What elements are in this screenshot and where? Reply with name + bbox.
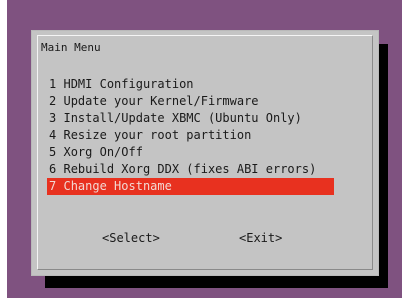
dialog-title: Main Menu <box>41 41 101 54</box>
menu-item-rebuild-xorg-ddx[interactable]: 6 Rebuild Xorg DDX (fixes ABI errors) <box>47 161 334 178</box>
select-button[interactable]: <Select> <box>102 231 160 245</box>
menu-item-number: 4 <box>49 128 57 142</box>
exit-button[interactable]: <Exit> <box>239 231 282 245</box>
menu-item-label: Xorg On/Off <box>63 145 143 159</box>
menu-item-label: Resize your root partition <box>63 128 252 142</box>
menu-item-change-hostname[interactable]: 7 Change Hostname <box>47 178 334 195</box>
menu-list: 1 HDMI Configuration 2 Update your Kerne… <box>47 76 334 195</box>
menu-item-label: Install/Update XBMC (Ubuntu Only) <box>63 111 302 125</box>
menu-item-hdmi-configuration[interactable]: 1 HDMI Configuration <box>47 76 334 93</box>
menu-item-label: Change Hostname <box>63 179 172 193</box>
menu-item-number: 1 <box>49 77 57 91</box>
menu-item-xorg-toggle[interactable]: 5 Xorg On/Off <box>47 144 334 161</box>
menu-item-install-xbmc[interactable]: 3 Install/Update XBMC (Ubuntu Only) <box>47 110 334 127</box>
button-row: <Select> <Exit> <box>32 231 378 247</box>
menu-item-number: 6 <box>49 162 57 176</box>
menu-item-update-kernel[interactable]: 2 Update your Kernel/Firmware <box>47 93 334 110</box>
menu-item-label: Rebuild Xorg DDX (fixes ABI errors) <box>63 162 317 176</box>
main-menu-dialog: Main Menu 1 HDMI Configuration 2 Update … <box>31 30 379 276</box>
menu-item-number: 5 <box>49 145 57 159</box>
menu-item-label: HDMI Configuration <box>63 77 194 91</box>
menu-item-resize-root-partition[interactable]: 4 Resize your root partition <box>47 127 334 144</box>
menu-item-label: Update your Kernel/Firmware <box>63 94 259 108</box>
menu-item-number: 7 <box>49 179 57 193</box>
menu-item-number: 3 <box>49 111 57 125</box>
menu-item-number: 2 <box>49 94 57 108</box>
